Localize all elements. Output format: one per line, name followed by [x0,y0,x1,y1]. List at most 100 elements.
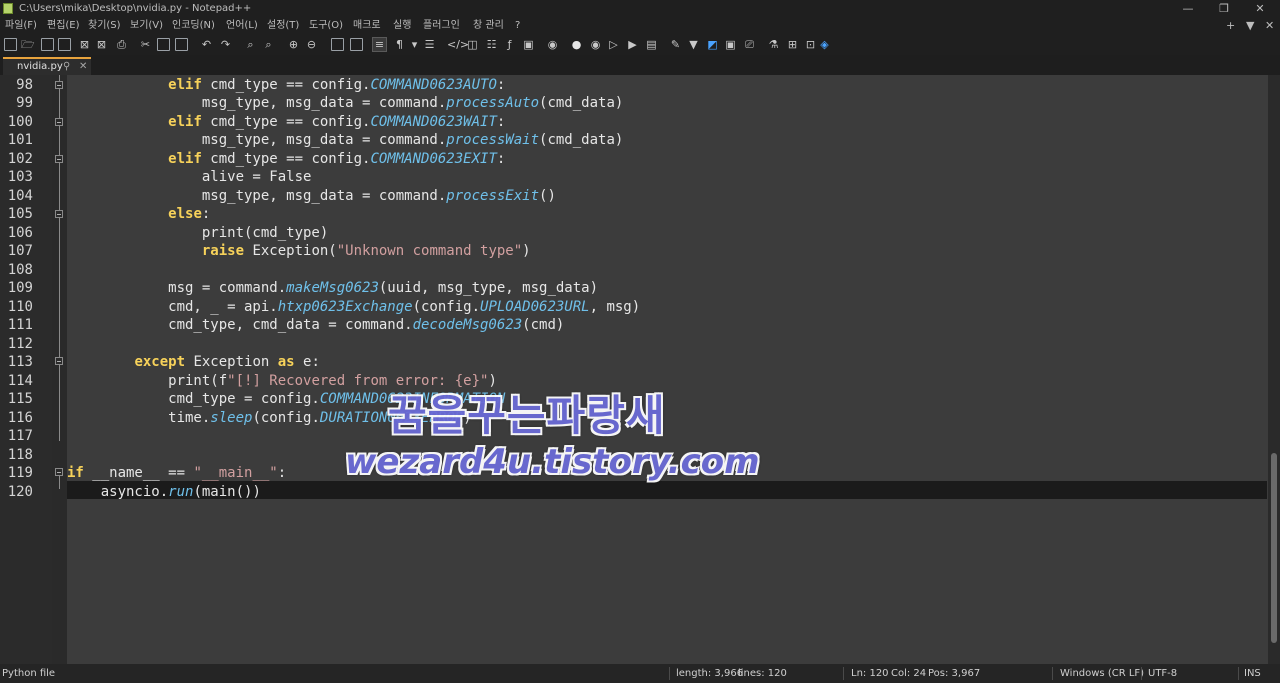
macro-save-icon[interactable]: ▤ [645,38,658,51]
doc-map-icon[interactable]: ◫ [466,38,479,51]
line-number: 109 [7,280,33,296]
tab-close-icon[interactable]: ✕ [79,59,87,74]
line-number: 108 [7,262,33,278]
menu-edit[interactable]: 편집(E) [47,17,80,34]
code-line: raise Exception("Unknown command type") [201,243,531,259]
redo-icon[interactable]: ↷ [219,38,232,51]
menu-window[interactable]: 창 관리 [473,17,504,34]
status-lines: lines: 120 [738,668,787,679]
word-wrap-icon[interactable]: ≡ [372,37,387,52]
zoom-in-icon[interactable]: ⊕ [287,38,300,51]
menu-tools[interactable]: 도구(O) [309,17,343,34]
notepadpp-app-icon [3,3,13,14]
plugin-b-icon[interactable]: ◩ [706,38,719,51]
pin-icon[interactable]: ⚲ [63,59,70,74]
menu-search[interactable]: 찾기(S) [88,17,121,34]
status-length: length: 3,966 [676,668,744,679]
close-all-icon[interactable]: ⊠ [95,38,108,51]
plugin-c-icon[interactable]: ▣ [724,38,737,51]
copy-icon[interactable] [157,38,170,51]
folder-workspace-icon[interactable]: ▣ [522,38,535,51]
open-file-icon[interactable]: 🗁 [21,38,35,51]
code-line: asyncio.run(main()) [67,484,261,500]
menu-file[interactable]: 파일(F) [5,17,37,34]
paste-icon[interactable] [175,38,188,51]
macro-play-icon[interactable]: ▷ [607,38,620,51]
vertical-scrollbar[interactable] [1268,75,1280,664]
code-line: elif cmd_type == config.COMMAND0623AUTO: [168,77,506,93]
macro-record-icon[interactable]: ● [570,38,583,51]
new-tab-plus-icon[interactable]: + [1226,17,1235,34]
editor[interactable]: 98 99 100 101 102 103 104 105 106 107 10… [0,75,1280,664]
code-line: msg_type, msg_data = command.processAuto… [67,95,624,111]
close-icon[interactable]: ⊠ [78,38,91,51]
plugin-d-icon[interactable]: ⎚ [743,38,756,51]
code-line: cmd_type, cmd_data = command.decodeMsg06… [67,317,565,333]
plugin-g-icon[interactable]: ⊡ [804,38,817,51]
fold-toggle-icon[interactable] [55,210,63,218]
fold-toggle-icon[interactable] [55,468,63,476]
code-line: msg = command.makeMsg0623(uuid, msg_type… [67,280,599,296]
scrollbar-thumb[interactable] [1271,453,1277,643]
minimize-button[interactable]: — [1170,0,1206,17]
show-all-chars-icon[interactable]: ¶ [393,38,406,51]
cut-icon[interactable]: ✂ [139,38,152,51]
find-icon[interactable]: ⌕ [244,38,257,51]
menu-help[interactable]: ? [515,17,520,34]
line-number: 113 [7,354,33,370]
fold-toggle-icon[interactable] [55,357,63,365]
fold-toggle-icon[interactable] [55,81,63,89]
save-icon[interactable] [41,38,54,51]
plugin-e-icon[interactable]: ⚗ [767,38,780,51]
menu-plugins[interactable]: 플러그인 [423,17,460,34]
plugin-f-icon[interactable]: ⊞ [786,38,799,51]
fold-toggle-icon[interactable] [55,155,63,163]
code-line: print(cmd_type) [67,225,329,241]
status-eol[interactable]: Windows (CR LF) [1060,664,1144,683]
spell-check-icon[interactable]: ✎ [669,38,682,51]
menu-macro[interactable]: 매크로 [353,17,381,34]
line-number: 114 [7,373,33,389]
sync-horizontal-icon[interactable] [350,38,363,51]
new-file-icon[interactable] [4,38,17,51]
function-list-icon[interactable]: ☷ [485,38,498,51]
indent-guide-icon[interactable]: ☰ [423,38,436,51]
status-separator [1052,667,1053,680]
function-icon[interactable]: ƒ [503,38,516,51]
menu-settings[interactable]: 설정(T) [267,17,299,34]
menu-language[interactable]: 언어(L) [226,17,258,34]
line-number: 99 [16,95,33,111]
replace-icon[interactable]: ⌕ [262,38,275,51]
line-number: 110 [7,299,33,315]
tab-list-dropdown-icon[interactable]: ▼ [1246,17,1254,34]
zoom-out-icon[interactable]: ⊖ [305,38,318,51]
show-chars-dropdown-icon[interactable]: ▾ [408,38,421,51]
print-icon[interactable]: ⎙ [115,38,128,51]
monitoring-icon[interactable]: ◉ [546,38,559,51]
undo-icon[interactable]: ↶ [200,38,213,51]
save-all-icon[interactable] [58,38,71,51]
line-number: 117 [7,428,33,444]
menu-encoding[interactable]: 인코딩(N) [172,17,215,34]
plugin-a-icon[interactable]: ▼ [687,38,700,51]
menu-view[interactable]: 보기(V) [130,17,163,34]
restore-button[interactable]: ❐ [1206,0,1242,17]
code-line: msg_type, msg_data = command.processExit… [67,188,556,204]
line-number: 101 [7,132,33,148]
fold-toggle-icon[interactable] [55,118,63,126]
status-insert-mode[interactable]: INS [1244,664,1261,683]
menu-bar: 파일(F) 편집(E) 찾기(S) 보기(V) 인코딩(N) 언어(L) 설정(… [0,17,1280,34]
line-number: 120 [7,484,33,500]
status-bar: Python file length: 3,966 lines: 120 Ln:… [0,664,1280,683]
lang-xml-icon[interactable]: </> [447,38,469,51]
status-encoding[interactable]: UTF-8 [1148,664,1177,683]
close-window-button[interactable]: ✕ [1242,0,1278,17]
tab-nvidia-py[interactable]: nvidia.py ⚲ ✕ [3,57,91,75]
plugin-h-icon[interactable]: ◈ [818,38,831,51]
macro-stop-icon[interactable]: ◉ [589,38,602,51]
line-number: 103 [7,169,33,185]
menu-run[interactable]: 실행 [393,17,411,34]
close-document-icon[interactable]: ✕ [1265,17,1274,34]
sync-vertical-icon[interactable] [331,38,344,51]
macro-run-multi-icon[interactable]: ▶ [626,38,639,51]
